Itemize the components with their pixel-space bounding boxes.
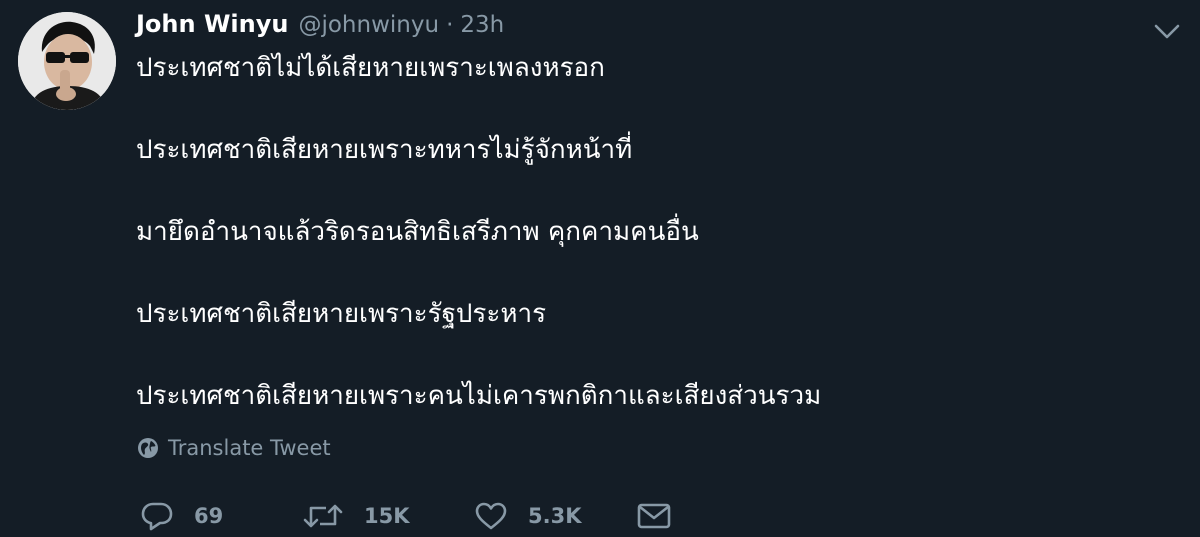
tweet-line: มายึดอำนาจแล้วริดรอนสิทธิเสรีภาพ คุกคามค… xyxy=(136,217,699,247)
tweet-header: John Winyu @johnwinyu · 23h xyxy=(136,10,504,46)
avatar[interactable] xyxy=(18,12,116,110)
display-name[interactable]: John Winyu xyxy=(136,10,288,38)
tweet-line: ประเทศชาติเสียหายเพราะคนไม่เคารพกติกาและ… xyxy=(136,381,822,411)
tweet-actions: 69 15K 5.3K xyxy=(140,496,700,536)
retweet-icon xyxy=(302,500,344,532)
heart-icon xyxy=(474,500,508,532)
like-count: 5.3K xyxy=(528,504,582,528)
envelope-icon xyxy=(636,500,672,532)
retweet-button[interactable]: 15K xyxy=(302,496,410,536)
translate-tweet-link[interactable]: Translate Tweet xyxy=(137,436,331,460)
translate-label: Translate Tweet xyxy=(168,436,331,460)
tweet-line: ประเทศชาติเสียหายเพราะทหารไม่รู้จักหน้าท… xyxy=(136,135,633,165)
retweet-count: 15K xyxy=(364,504,410,528)
user-handle[interactable]: @johnwinyu xyxy=(298,12,439,38)
reply-button[interactable]: 69 xyxy=(140,496,223,536)
avatar-image xyxy=(18,12,116,110)
timestamp[interactable]: 23h xyxy=(460,12,504,38)
reply-count: 69 xyxy=(194,504,224,528)
reply-icon xyxy=(140,500,174,532)
tweet-card: John Winyu @johnwinyu · 23h ประเทศชาติไม… xyxy=(0,0,1200,537)
tweet-line: ประเทศชาติไม่ได้เสียหายเพราะเพลงหรอก xyxy=(136,53,605,83)
tweet-line: ประเทศชาติเสียหายเพราะรัฐประหาร xyxy=(136,299,547,329)
direct-message-button[interactable] xyxy=(636,496,672,536)
globe-icon xyxy=(137,437,159,459)
separator-dot: · xyxy=(446,12,454,38)
tweet-text: ประเทศชาติไม่ได้เสียหายเพราะเพลงหรอก ประ… xyxy=(136,48,1136,416)
like-button[interactable]: 5.3K xyxy=(474,496,581,536)
chevron-down-icon[interactable] xyxy=(1150,16,1184,46)
